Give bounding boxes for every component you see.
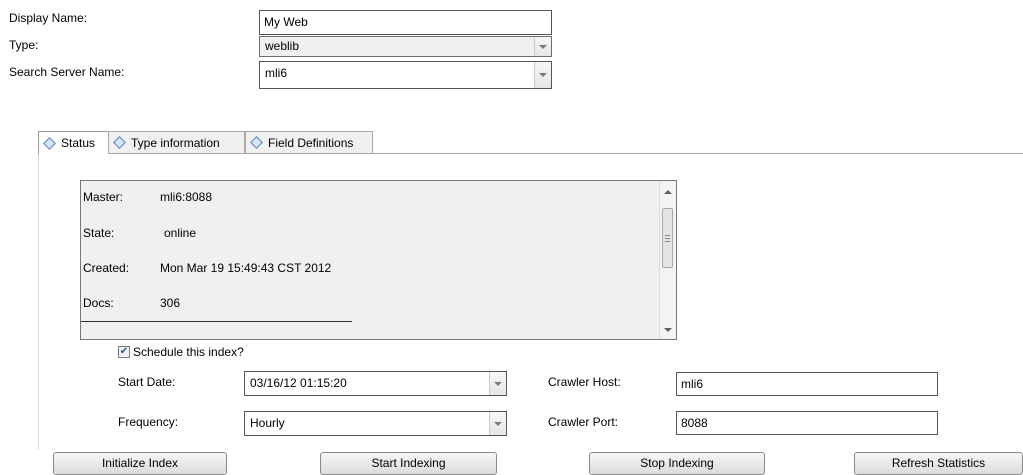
start-date-dropdown-arrow-icon[interactable]: [489, 372, 506, 395]
state-label: State:: [83, 226, 115, 240]
crawler-host-label: Crawler Host:: [548, 375, 621, 389]
initialize-index-button[interactable]: Initialize Index: [53, 452, 227, 475]
start-indexing-button[interactable]: Start Indexing: [320, 452, 497, 475]
created-value: Mon Mar 19 15:49:43 CST 2012: [160, 261, 332, 275]
start-date-label: Start Date:: [118, 375, 176, 389]
status-vertical-scrollbar[interactable]: [659, 181, 676, 339]
search-server-dropdown[interactable]: mli6: [259, 61, 552, 89]
crawler-port-value: 8088: [681, 416, 708, 430]
diamond-icon: [250, 136, 263, 149]
created-label: Created:: [83, 261, 130, 275]
tab-panel-left-border: [38, 153, 39, 450]
scroll-up-arrow-icon[interactable]: [664, 190, 672, 194]
diamond-icon: [43, 136, 56, 150]
state-value: online: [164, 226, 197, 240]
frequency-dropdown-arrow-icon[interactable]: [489, 412, 506, 435]
tab-status-label: Status: [61, 136, 96, 150]
type-dropdown-arrow-icon[interactable]: [534, 37, 551, 56]
display-name-label: Display Name:: [9, 11, 88, 25]
status-text-area[interactable]: Master: mli6:8088 State: online Created:…: [80, 180, 677, 340]
scroll-thumb[interactable]: [662, 208, 673, 268]
frequency-label: Frequency:: [118, 415, 179, 429]
frequency-dropdown[interactable]: Hourly: [244, 411, 507, 436]
frequency-value: Hourly: [250, 416, 285, 430]
schedule-checkbox-label: Schedule this index?: [133, 345, 244, 359]
start-date-value: 03/16/12 01:15:20: [250, 376, 347, 390]
crawler-host-value: mli6: [681, 377, 704, 391]
master-value: mli6:8088: [160, 190, 213, 204]
stop-indexing-button[interactable]: Stop Indexing: [589, 452, 765, 475]
tab-type-information-label: Type information: [131, 135, 220, 150]
crawler-port-label: Crawler Port:: [548, 415, 619, 429]
crawler-port-input[interactable]: 8088: [676, 411, 938, 435]
display-name-input[interactable]: My Web: [259, 10, 552, 35]
schedule-checkbox[interactable]: ✔: [118, 346, 130, 358]
tab-strip-divider: [38, 153, 1023, 154]
type-dropdown[interactable]: weblib: [259, 36, 552, 57]
scroll-down-arrow-icon[interactable]: [664, 328, 672, 332]
docs-label: Docs:: [83, 296, 114, 310]
search-server-dropdown-arrow-icon[interactable]: [534, 62, 551, 88]
crawler-host-input[interactable]: mli6: [676, 372, 938, 396]
tab-type-information[interactable]: Type information: [108, 131, 245, 153]
search-server-label: Search Server Name:: [9, 65, 125, 79]
diamond-icon: [113, 136, 126, 149]
docs-value: 306: [160, 296, 181, 310]
status-separator: [81, 321, 352, 322]
master-label: Master:: [83, 190, 124, 204]
display-name-value: My Web: [264, 15, 308, 29]
tab-status[interactable]: Status: [38, 131, 109, 154]
type-value: weblib: [265, 39, 300, 53]
refresh-statistics-button[interactable]: Refresh Statistics: [854, 452, 1023, 475]
search-server-value: mli6: [265, 66, 288, 80]
tab-field-definitions-label: Field Definitions: [268, 135, 354, 150]
start-date-dropdown[interactable]: 03/16/12 01:15:20: [244, 371, 507, 396]
type-label: Type:: [9, 38, 39, 52]
tab-field-definitions[interactable]: Field Definitions: [245, 131, 373, 153]
